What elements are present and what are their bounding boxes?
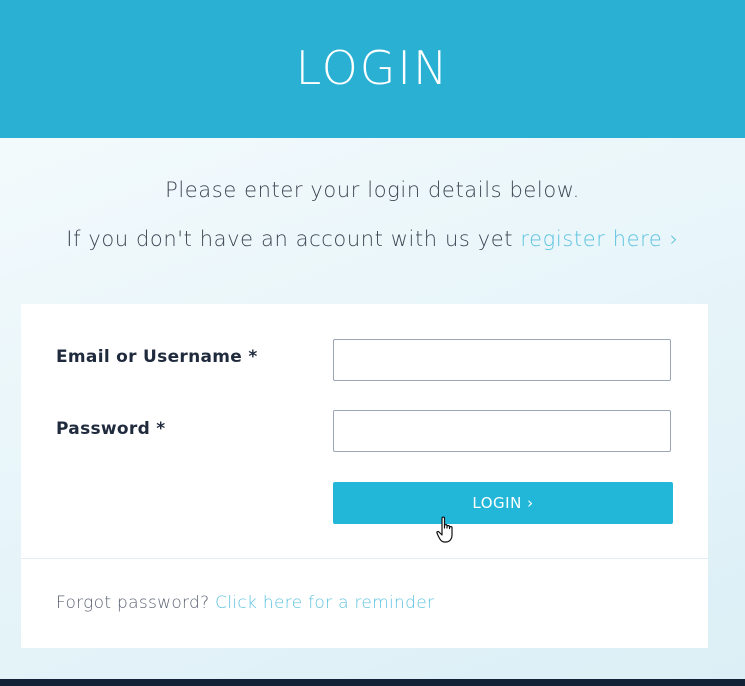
forgot-password-text: Forgot password? — [56, 593, 216, 613]
password-input[interactable] — [333, 410, 671, 452]
password-label: Password * — [56, 419, 166, 439]
page-title: LOGIN — [295, 41, 450, 95]
register-prompt-text: If you don't have an account with us yet — [66, 227, 521, 251]
register-prompt: If you don't have an account with us yet… — [0, 227, 745, 251]
divider — [21, 558, 708, 559]
email-label: Email or Username * — [56, 347, 258, 367]
intro-text: Please enter your login details below. — [165, 178, 580, 202]
hand-cursor-icon — [436, 516, 453, 543]
login-card: Email or Username * Password * LOGIN › F… — [21, 304, 708, 648]
header-banner: LOGIN — [0, 0, 745, 138]
login-button[interactable]: LOGIN › — [333, 482, 673, 524]
footer-bar — [0, 679, 745, 686]
forgot-password: Forgot password? Click here for a remind… — [56, 593, 434, 613]
email-input[interactable] — [333, 339, 671, 381]
register-link[interactable]: register here › — [520, 227, 678, 251]
password-reminder-link[interactable]: Click here for a reminder — [215, 593, 434, 613]
